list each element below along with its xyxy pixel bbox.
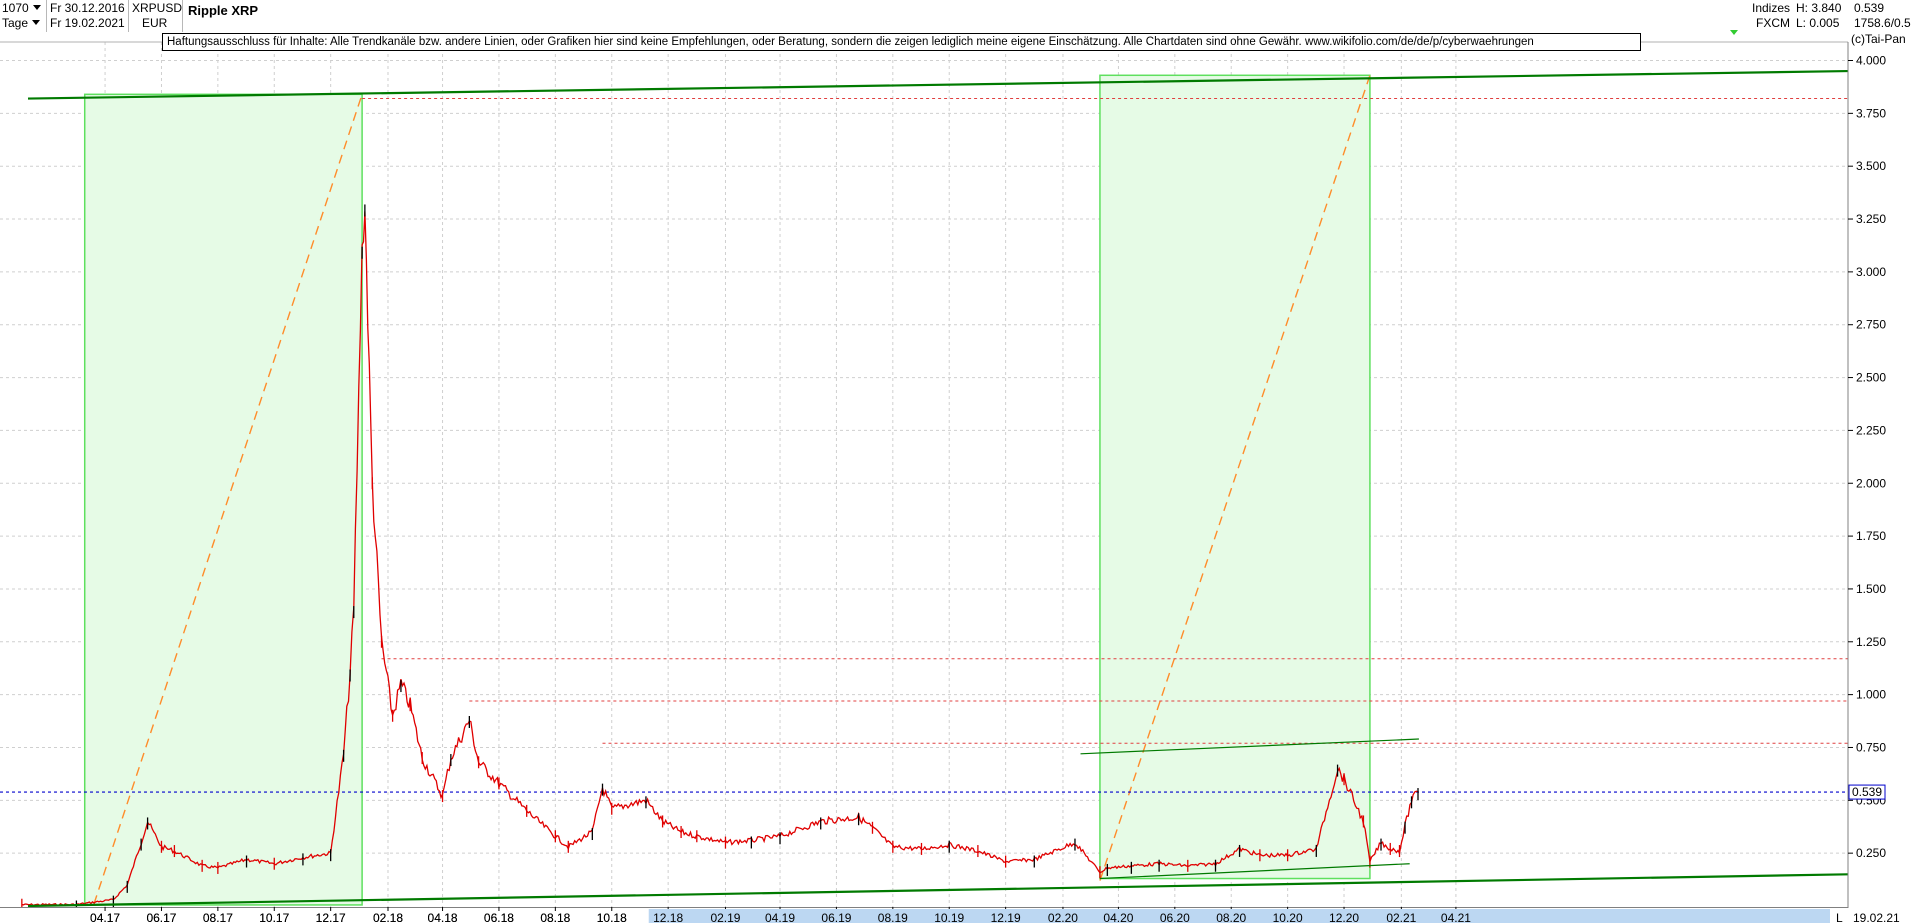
current-date-label: 19.02.21 [1853, 911, 1900, 924]
y-tick-label: 3.000 [1856, 265, 1886, 279]
x-tick-label: 02.18 [373, 911, 403, 924]
x-tick-label: 12.19 [991, 911, 1021, 924]
y-tick-label: 0.250 [1856, 846, 1886, 860]
interval-select[interactable]: Tage [2, 16, 41, 31]
x-tick-label: 12.18 [653, 911, 683, 924]
period-selector-box: 1070 Tage [0, 0, 47, 32]
x-tick-label: 12.17 [316, 911, 346, 924]
high-label: H: 3.840 [1796, 1, 1842, 15]
currency-label: EUR [142, 16, 168, 30]
y-tick-label: 1.250 [1856, 635, 1886, 649]
symbol-label: XRPUSD [132, 1, 183, 15]
x-tick-label: 04.19 [765, 911, 795, 924]
period-count-select[interactable]: 1070 [2, 1, 41, 16]
scroll-right-label: L [1836, 911, 1843, 924]
date-from[interactable]: Fr 30.12.2016 [50, 1, 125, 16]
y-tick-label: 1.500 [1856, 582, 1886, 596]
x-tick-label: 06.17 [146, 911, 176, 924]
y-tick-label: 3.250 [1856, 212, 1886, 226]
chart-title: Ripple XRP [188, 3, 259, 18]
x-tick-label: 10.18 [597, 911, 627, 924]
date-range-box: Fr 30.12.2016 Fr 19.02.2021 [48, 0, 129, 32]
y-tick-label: 3.500 [1856, 159, 1886, 173]
category-label: Indizes [1752, 1, 1791, 15]
x-tick-label: 08.20 [1216, 911, 1246, 924]
x-tick-label: 08.19 [878, 911, 908, 924]
x-tick-label: 08.17 [203, 911, 233, 924]
source-label: FXCM [1756, 16, 1790, 30]
y-tick-label: 2.000 [1856, 476, 1886, 490]
x-tick-label: 02.20 [1048, 911, 1078, 924]
y-tick-label: 1.750 [1856, 529, 1886, 543]
x-tick-label: 04.18 [428, 911, 458, 924]
price-tag-label: 0.539 [1852, 785, 1882, 799]
y-tick-label: 2.250 [1856, 423, 1886, 437]
channel-box-2017 [83, 93, 363, 906]
y-tick-label: 2.750 [1856, 318, 1886, 332]
x-tick-label: 10.20 [1273, 911, 1303, 924]
x-tick-label: 02.21 [1386, 911, 1416, 924]
x-tick-label: 04.21 [1441, 911, 1471, 924]
x-tick-label: 02.19 [710, 911, 740, 924]
symbol-box: XRPUSD EUR [130, 0, 183, 32]
extra-value: 1758.6/0.5 [1854, 16, 1911, 30]
copyright-label: (c)Tai-Pan [1851, 32, 1906, 46]
chart-window: 0.250 0.500 0.750 1.000 1.250 1.500 1.750 2.000… [0, 0, 1912, 924]
last-value: 0.539 [1854, 1, 1885, 15]
x-tick-label: 04.17 [90, 911, 120, 924]
disclaimer-note: Haftungsausschluss für Inhalte: Alle Tre… [162, 33, 1641, 51]
low-label: L: 0.005 [1796, 16, 1840, 30]
x-tick-label: 04.20 [1103, 911, 1133, 924]
y-tick-label: 3.750 [1856, 106, 1886, 120]
date-to[interactable]: Fr 19.02.2021 [50, 16, 125, 31]
y-tick-label: 4.000 [1856, 54, 1886, 68]
price-chart[interactable]: 0.2500.5000.7501.0001.2501.5001.7502.000… [0, 0, 1912, 924]
x-tick-label: 10.17 [259, 911, 289, 924]
x-tick-label: 06.19 [821, 911, 851, 924]
x-tick-label: 08.18 [540, 911, 570, 924]
x-tick-label: 12.20 [1329, 911, 1359, 924]
x-tick-label: 06.18 [484, 911, 514, 924]
y-tick-label: 1.000 [1856, 688, 1886, 702]
y-tick-label: 2.500 [1856, 371, 1886, 385]
x-tick-label: 06.20 [1160, 911, 1190, 924]
y-tick-label: 0.750 [1856, 740, 1886, 754]
x-tick-label: 10.19 [934, 911, 964, 924]
